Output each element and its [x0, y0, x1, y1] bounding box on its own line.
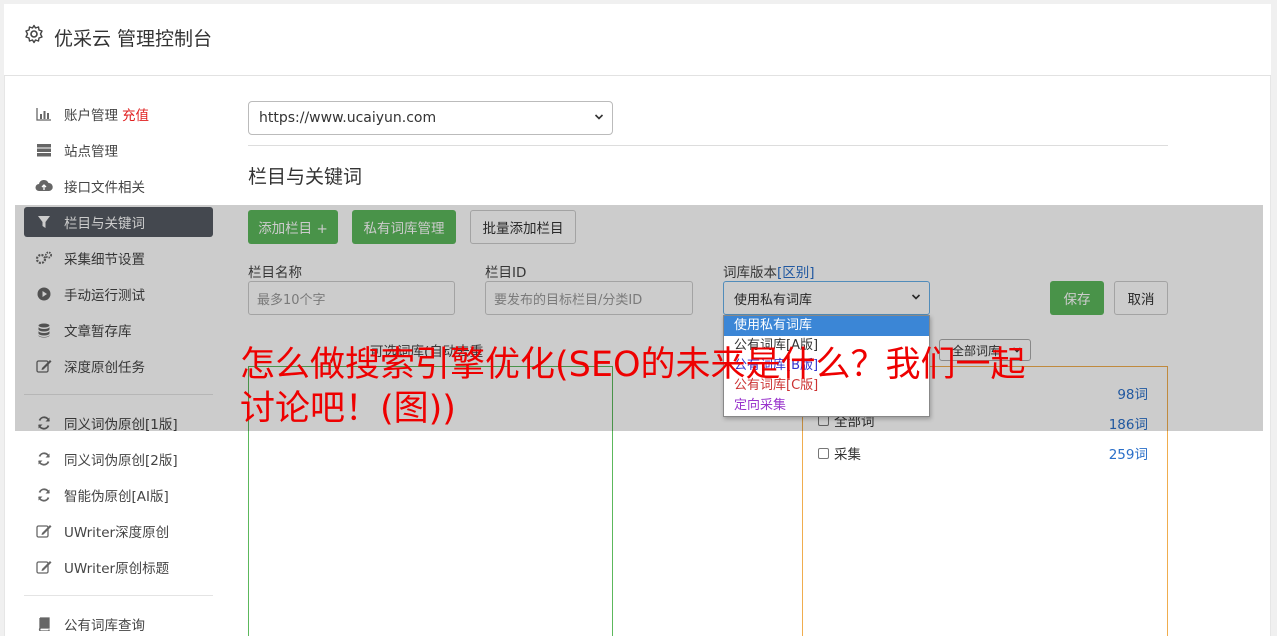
gears-icon [35, 250, 53, 266]
column-name-placeholder: 最多10个字 [257, 292, 326, 308]
sidebar-item-label: 深度原创任务 [64, 360, 145, 376]
sidebar-item-label: 手动运行测试 [64, 288, 145, 304]
sidebar-item-label: 同义词伪原创[2版] [64, 453, 178, 469]
cloud-upload-icon [35, 178, 53, 194]
batch-add-button[interactable]: 批量添加栏目 [470, 210, 576, 244]
sidebar-item-label: 文章暂存库 [64, 324, 132, 340]
lib-row-count: 259词 [1108, 447, 1148, 463]
sidebar-item-ai-original[interactable]: 智能伪原创[AI版] [24, 480, 213, 510]
lib-row-label: 采集 [834, 447, 861, 463]
edit-icon [35, 358, 53, 374]
sidebar-item-label: 栏目与关键词 [64, 216, 145, 232]
sidebar-item-deep-original[interactable]: 深度原创任务 [24, 351, 213, 381]
sidebar-item-synonym-v1[interactable]: 同义词伪原创[1版] [24, 408, 213, 438]
lib-row-count: 98词 [1117, 387, 1148, 403]
sidebar-item-interface[interactable]: 接口文件相关 [24, 171, 213, 201]
sidebar-item-label: 同义词伪原创[1版] [64, 417, 178, 433]
sidebar-item-account[interactable]: 账户管理 充值 [24, 99, 213, 129]
sidebar-item-public-lib[interactable]: 公有词库查询 [24, 609, 213, 636]
add-column-button[interactable]: 添加栏目 + [248, 210, 338, 244]
sidebar-item-label: 智能伪原创[AI版] [64, 489, 169, 505]
sidebar-item-columns[interactable]: 栏目与关键词 [24, 207, 213, 237]
site-select[interactable]: https://www.ucaiyun.com [248, 101, 613, 135]
chevron-down-icon [594, 114, 604, 120]
sidebar-item-article-store[interactable]: 文章暂存库 [24, 315, 213, 345]
lib-version-value: 使用私有词库 [734, 292, 813, 308]
sidebar-item-collect-settings[interactable]: 采集细节设置 [24, 243, 213, 273]
refresh-icon [35, 487, 53, 503]
sidebar-item-label: 站点管理 [64, 144, 118, 160]
app-title: 优采云 管理控制台 [54, 28, 213, 50]
sidebar-item-label: 采集细节设置 [64, 252, 145, 268]
sidebar-item-label: UWriter深度原创 [64, 525, 170, 541]
page-title: 栏目与关键词 [248, 166, 363, 188]
play-circle-icon [35, 286, 53, 302]
top-header: 优采云 管理控制台 [4, 4, 1271, 76]
refresh-icon [35, 451, 53, 467]
lib-version-label-text: 词库版本 [723, 265, 777, 281]
dropdown-option[interactable]: 使用私有词库 [724, 316, 929, 336]
headline-overlay-text: 怎么做搜索引擎优化(SEO的未来是什么？我们一起讨论吧！(图)) [240, 345, 1026, 429]
column-id-placeholder: 要发布的目标栏目/分类ID [494, 292, 643, 308]
chevron-down-icon [911, 294, 921, 300]
private-lib-button[interactable]: 私有词库管理 [352, 210, 456, 244]
bar-chart-icon [35, 106, 53, 122]
server-icon [35, 142, 53, 158]
recharge-link[interactable]: 充值 [122, 104, 149, 124]
checkbox[interactable] [818, 447, 829, 459]
column-name-label: 栏目名称 [248, 265, 302, 281]
save-button[interactable]: 保存 [1050, 281, 1104, 315]
sidebar-item-uwriter-title[interactable]: UWriter原创标题 [24, 552, 213, 582]
edit-icon [35, 559, 53, 575]
sidebar-item-label: 账户管理 [64, 108, 118, 124]
gear-icon [25, 24, 43, 44]
column-id-label: 栏目ID [485, 265, 527, 281]
lib-version-label: 词库版本[区别] [723, 261, 815, 281]
site-select-value: https://www.ucaiyun.com [259, 110, 437, 126]
edit-icon [35, 523, 53, 539]
sidebar-item-sites[interactable]: 站点管理 [24, 135, 213, 165]
sidebar-item-label: 接口文件相关 [64, 180, 145, 196]
section-divider [248, 145, 1168, 146]
sidebar-item-label: UWriter原创标题 [64, 561, 170, 577]
sidebar-item-uwriter-deep[interactable]: UWriter深度原创 [24, 516, 213, 546]
sidebar-divider [24, 394, 213, 395]
column-name-input[interactable]: 最多10个字 [248, 281, 455, 315]
lib-version-select[interactable]: 使用私有词库 [723, 281, 930, 315]
sidebar-item-manual-run[interactable]: 手动运行测试 [24, 279, 213, 309]
refresh-icon [35, 415, 53, 431]
lib-diff-link[interactable]: [区别] [777, 265, 815, 281]
sidebar-item-synonym-v2[interactable]: 同义词伪原创[2版] [24, 444, 213, 474]
column-id-input[interactable]: 要发布的目标栏目/分类ID [485, 281, 693, 315]
database-icon [35, 322, 53, 338]
sidebar-divider [24, 595, 213, 596]
filter-icon [35, 214, 53, 230]
lib-row-checkbox[interactable]: 采集 [818, 443, 861, 463]
sidebar-item-label: 公有词库查询 [64, 618, 145, 634]
lib-row-count: 186词 [1108, 417, 1148, 433]
cancel-button[interactable]: 取消 [1114, 281, 1168, 315]
book-icon [35, 616, 53, 632]
